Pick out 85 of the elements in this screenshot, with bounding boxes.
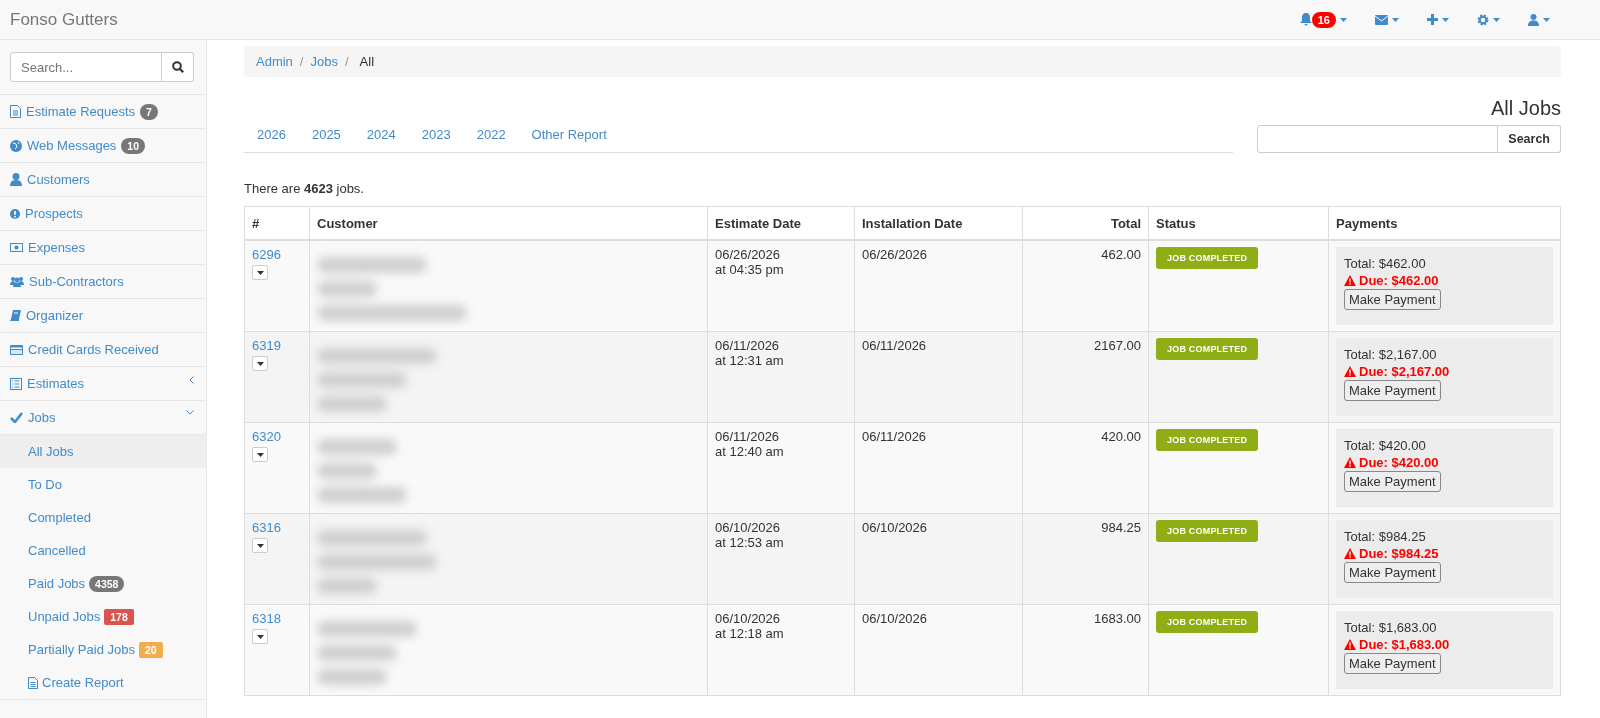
sidebar-subitem[interactable]: Completed <box>0 501 206 534</box>
estimate-time: at 12:40 am <box>715 444 785 459</box>
count-badge: 178 <box>104 608 134 625</box>
payment-total: Total: $984.25 <box>1344 529 1427 544</box>
make-payment-button[interactable]: Make Payment <box>1344 562 1441 583</box>
sidebar-subitem[interactable]: Partially Paid Jobs 20 <box>0 633 206 666</box>
sidebar-subitem[interactable]: Unpaid Jobs 178 <box>0 600 206 633</box>
sidebar-item[interactable]: Web Messages 10 <box>0 129 206 163</box>
job-number-link[interactable]: 6320 <box>252 429 281 444</box>
breadcrumb-link[interactable]: Jobs <box>310 54 338 69</box>
installation-date: 06/26/2026 <box>862 247 928 262</box>
page-title: All Jobs <box>1490 97 1561 120</box>
sidebar-subitem[interactable]: To Do <box>0 468 206 501</box>
estimate-time: at 12:18 am <box>715 626 785 641</box>
sidebar-item[interactable]: Estimates <box>0 367 206 401</box>
estimate-date: 06/11/2026 <box>715 338 781 353</box>
year-tab[interactable]: 2026 <box>244 121 299 143</box>
status-label: JOB COMPLETED <box>1156 520 1259 542</box>
sidebar-subitem[interactable]: Paid Jobs 4358 <box>0 567 206 600</box>
count-badge: 10 <box>121 137 146 154</box>
job-total: 984.25 <box>1101 520 1141 535</box>
sidebar-item[interactable]: Organizer <box>0 299 206 333</box>
sidebar-item[interactable]: Expenses <box>0 231 206 265</box>
make-payment-button[interactable]: Make Payment <box>1344 380 1441 401</box>
estimate-date: 06/26/2026 <box>715 247 782 262</box>
status-label: JOB COMPLETED <box>1156 338 1259 360</box>
count-badge: 7 <box>140 103 158 120</box>
year-tab[interactable]: 2025 <box>298 121 354 143</box>
amount-due: Due: $1,683.00 <box>1359 637 1450 652</box>
count-badge: 20 <box>138 641 163 658</box>
notification-badge: 16 <box>1311 11 1336 28</box>
job-number-link[interactable]: 6318 <box>252 611 281 626</box>
sidebar-item[interactable]: Estimate Requests 7 <box>0 95 206 129</box>
sidebar-item[interactable]: Customers <box>0 163 206 197</box>
year-tab[interactable]: 2023 <box>408 121 464 143</box>
job-count-text: There are 4623 jobs. <box>244 181 365 196</box>
sidebar-subitem[interactable]: Cancelled <box>0 534 206 567</box>
navbar-menu-button[interactable]: 16 <box>1285 7 1361 32</box>
estimate-date: 06/10/2026 <box>715 520 782 535</box>
amount-due: Due: $2,167.00 <box>1359 364 1450 379</box>
count-badge: 4358 <box>89 575 125 592</box>
year-tab[interactable]: Other Report <box>518 121 620 143</box>
status-label: JOB COMPLETED <box>1156 611 1259 633</box>
make-payment-button[interactable]: Make Payment <box>1344 471 1441 492</box>
status-label: JOB COMPLETED <box>1156 429 1259 451</box>
breadcrumb-current: All <box>359 54 375 69</box>
job-number-link[interactable]: 6316 <box>252 520 281 535</box>
installation-date: 06/11/2026 <box>862 429 927 444</box>
job-total: 2167.00 <box>1094 338 1141 353</box>
status-label: JOB COMPLETED <box>1156 247 1259 269</box>
breadcrumb-separator: / <box>343 54 350 69</box>
year-tab[interactable]: 2022 <box>463 121 519 143</box>
search-field[interactable]: Search... <box>10 52 162 82</box>
estimate-date: 06/11/2026 <box>715 429 781 444</box>
amount-due: Due: $984.25 <box>1359 546 1439 561</box>
job-number-link[interactable]: 6296 <box>252 247 281 262</box>
job-total: 420.00 <box>1101 429 1141 444</box>
estimate-time: at 12:53 am <box>715 535 785 550</box>
installation-date: 06/10/2026 <box>862 520 928 535</box>
sidebar-subitem[interactable]: Create Report <box>0 666 206 699</box>
brand-name: Fonso Gutters <box>10 9 118 30</box>
payment-total: Total: $420.00 <box>1344 438 1427 453</box>
job-number-link[interactable]: 6319 <box>252 338 281 353</box>
payment-total: Total: $1,683.00 <box>1344 620 1438 635</box>
year-tab[interactable]: 2024 <box>353 121 409 143</box>
make-payment-button[interactable]: Make Payment <box>1344 653 1441 674</box>
search-button[interactable]: Search <box>1498 125 1561 153</box>
make-payment-button[interactable]: Make Payment <box>1344 289 1441 310</box>
sidebar-subitem[interactable]: All Jobs <box>0 435 206 468</box>
estimate-time: at 04:35 pm <box>715 262 785 277</box>
installation-date: 06/10/2026 <box>862 611 928 626</box>
job-total: 462.00 <box>1101 247 1141 262</box>
payment-total: Total: $2,167.00 <box>1344 347 1438 362</box>
sidebar-item[interactable]: Credit Cards Received <box>0 333 206 367</box>
sidebar-item[interactable]: Prospects <box>0 197 206 231</box>
sidebar-item[interactable]: Sub-Contractors <box>0 265 206 299</box>
installation-date: 06/11/2026 <box>862 338 927 353</box>
payment-total: Total: $462.00 <box>1344 256 1427 271</box>
estimate-date: 06/10/2026 <box>715 611 782 626</box>
estimate-time: at 12:31 am <box>715 353 785 368</box>
amount-due: Due: $462.00 <box>1359 273 1439 288</box>
job-total: 1683.00 <box>1094 611 1141 626</box>
breadcrumb-link[interactable]: Admin <box>256 54 293 69</box>
amount-due: Due: $420.00 <box>1359 455 1439 470</box>
breadcrumb-separator: / <box>298 54 305 69</box>
